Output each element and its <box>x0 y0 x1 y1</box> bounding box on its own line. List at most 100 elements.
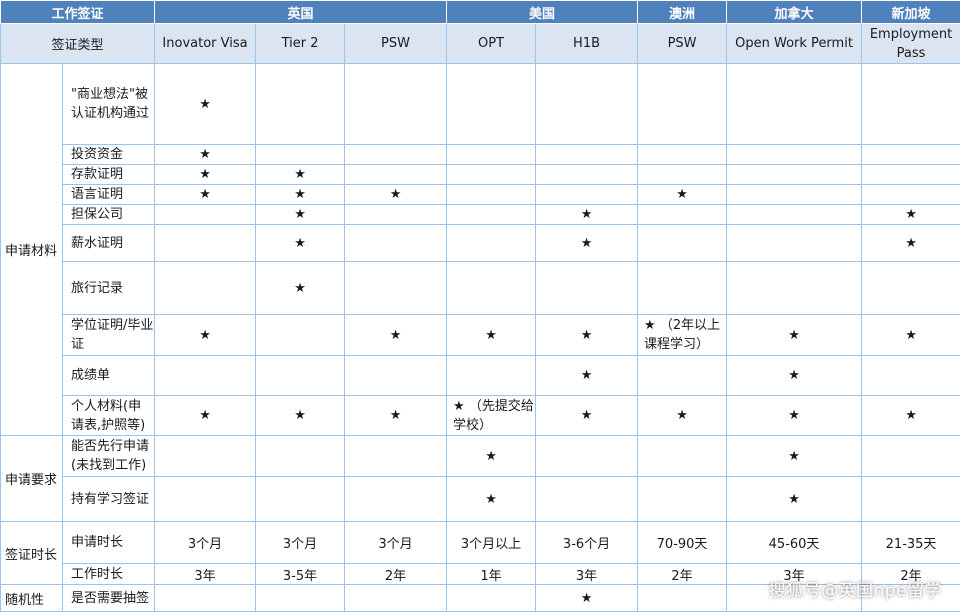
country-header-us: 美国 <box>447 1 638 24</box>
table-cell: ★ <box>727 396 862 436</box>
table-cell: ★ <box>256 225 345 262</box>
table-cell: ★ <box>447 477 536 522</box>
section-label-random: 随机性 <box>1 585 63 612</box>
table-row: 持有学习签证 ★ ★ <box>1 477 960 522</box>
table-cell: ★ <box>256 262 345 315</box>
table-cell: ★ <box>536 585 638 612</box>
table-cell <box>447 185 536 205</box>
table-cell <box>256 477 345 522</box>
table-cell <box>862 165 960 185</box>
table-cell <box>155 436 256 477</box>
table-cell: 3个月 <box>345 522 447 564</box>
table-cell <box>256 315 345 356</box>
table-cell: ★ <box>727 436 862 477</box>
table-cell: 3年 <box>155 564 256 585</box>
row-item-label: 持有学习签证 <box>63 477 155 522</box>
table-cell <box>862 262 960 315</box>
table-cell <box>536 145 638 165</box>
table-cell <box>447 205 536 225</box>
table-cell <box>345 64 447 145</box>
table-cell <box>155 585 256 612</box>
country-header-uk: 英国 <box>155 1 447 24</box>
row-item-label: 个人材料(申请表,护照等) <box>63 396 155 436</box>
table-cell <box>638 262 727 315</box>
table-cell <box>256 585 345 612</box>
table-cell <box>727 165 862 185</box>
visa-header: Employment Pass <box>862 24 960 64</box>
table-cell: ★ <box>155 185 256 205</box>
table-cell <box>155 477 256 522</box>
table-cell: 3个月以上 <box>447 522 536 564</box>
table-cell: ★ <box>862 315 960 356</box>
table-cell: ★ （2年以上课程学习） <box>638 315 727 356</box>
table-cell: 70-90天 <box>638 522 727 564</box>
country-header-row: 工作签证 英国 美国 澳洲 加拿大 新加坡 <box>1 1 960 24</box>
row-item-label: 语言证明 <box>63 185 155 205</box>
table-cell: 2年 <box>638 564 727 585</box>
table-cell <box>862 145 960 165</box>
table-row: 旅行记录 ★ <box>1 262 960 315</box>
table-cell: ★ <box>638 396 727 436</box>
table-cell: ★ <box>155 315 256 356</box>
table-row: 存款证明★★ <box>1 165 960 185</box>
row-item-label: 担保公司 <box>63 205 155 225</box>
table-cell: ★ <box>345 185 447 205</box>
table-cell <box>345 145 447 165</box>
country-header-sg: 新加坡 <box>862 1 960 24</box>
table-cell: ★ <box>727 477 862 522</box>
table-row: 签证时长申请时长3个月3个月3个月3个月以上3-6个月70-90天45-60天2… <box>1 522 960 564</box>
table-cell <box>638 145 727 165</box>
table-cell <box>536 262 638 315</box>
table-cell <box>447 165 536 185</box>
table-cell: ★ <box>256 205 345 225</box>
table-cell <box>638 436 727 477</box>
table-cell <box>447 585 536 612</box>
table-row: 申请要求能否先行申请(未找到工作)★★ <box>1 436 960 477</box>
section-label-materials: 申请材料 <box>1 64 63 436</box>
table-cell: ★ <box>862 205 960 225</box>
table-cell <box>345 205 447 225</box>
table-cell <box>862 436 960 477</box>
table-cell: ★ <box>862 225 960 262</box>
table-cell <box>638 225 727 262</box>
table-cell <box>155 262 256 315</box>
table-cell <box>345 225 447 262</box>
table-cell <box>447 262 536 315</box>
table-cell: ★ <box>536 205 638 225</box>
table-cell <box>345 165 447 185</box>
visa-type-label: 签证类型 <box>1 24 155 64</box>
row-item-label: 是否需要抽签 <box>63 585 155 612</box>
visa-comparison-sheet: 工作签证 英国 美国 澳洲 加拿大 新加坡 签证类型 Inovator Visa… <box>0 0 960 611</box>
visa-header: H1B <box>536 24 638 64</box>
table-cell <box>345 477 447 522</box>
row-item-label: 旅行记录 <box>63 262 155 315</box>
table-cell <box>727 64 862 145</box>
table-cell <box>638 585 727 612</box>
table-row: 个人材料(申请表,护照等)★★★★ （先提交给学校）★★★★ <box>1 396 960 436</box>
table-row: 成绩单★★ <box>1 356 960 396</box>
table-cell <box>345 585 447 612</box>
table-cell <box>155 225 256 262</box>
table-cell: 1年 <box>447 564 536 585</box>
row-item-label: 学位证明/毕业证 <box>63 315 155 356</box>
table-cell: ★ <box>155 145 256 165</box>
table-cell <box>256 64 345 145</box>
table-cell: ★ <box>536 315 638 356</box>
table-row: 申请材料"商业想法"被认证机构通过★ <box>1 64 960 145</box>
table-cell: ★ <box>536 396 638 436</box>
table-cell <box>256 145 345 165</box>
row-item-label: "商业想法"被认证机构通过 <box>63 64 155 145</box>
table-cell <box>638 477 727 522</box>
table-row: 投资资金★ <box>1 145 960 165</box>
section-label-requirements: 申请要求 <box>1 436 63 522</box>
table-cell <box>536 165 638 185</box>
table-cell <box>727 185 862 205</box>
table-cell: 3-6个月 <box>536 522 638 564</box>
table-cell <box>862 64 960 145</box>
visa-header: Inovator Visa <box>155 24 256 64</box>
table-cell: 45-60天 <box>727 522 862 564</box>
row-item-label: 申请时长 <box>63 522 155 564</box>
visa-type-header-row: 签证类型 Inovator Visa Tier 2 PSW OPT H1B PS… <box>1 24 960 64</box>
table-cell: ★ <box>345 396 447 436</box>
table-cell <box>345 356 447 396</box>
